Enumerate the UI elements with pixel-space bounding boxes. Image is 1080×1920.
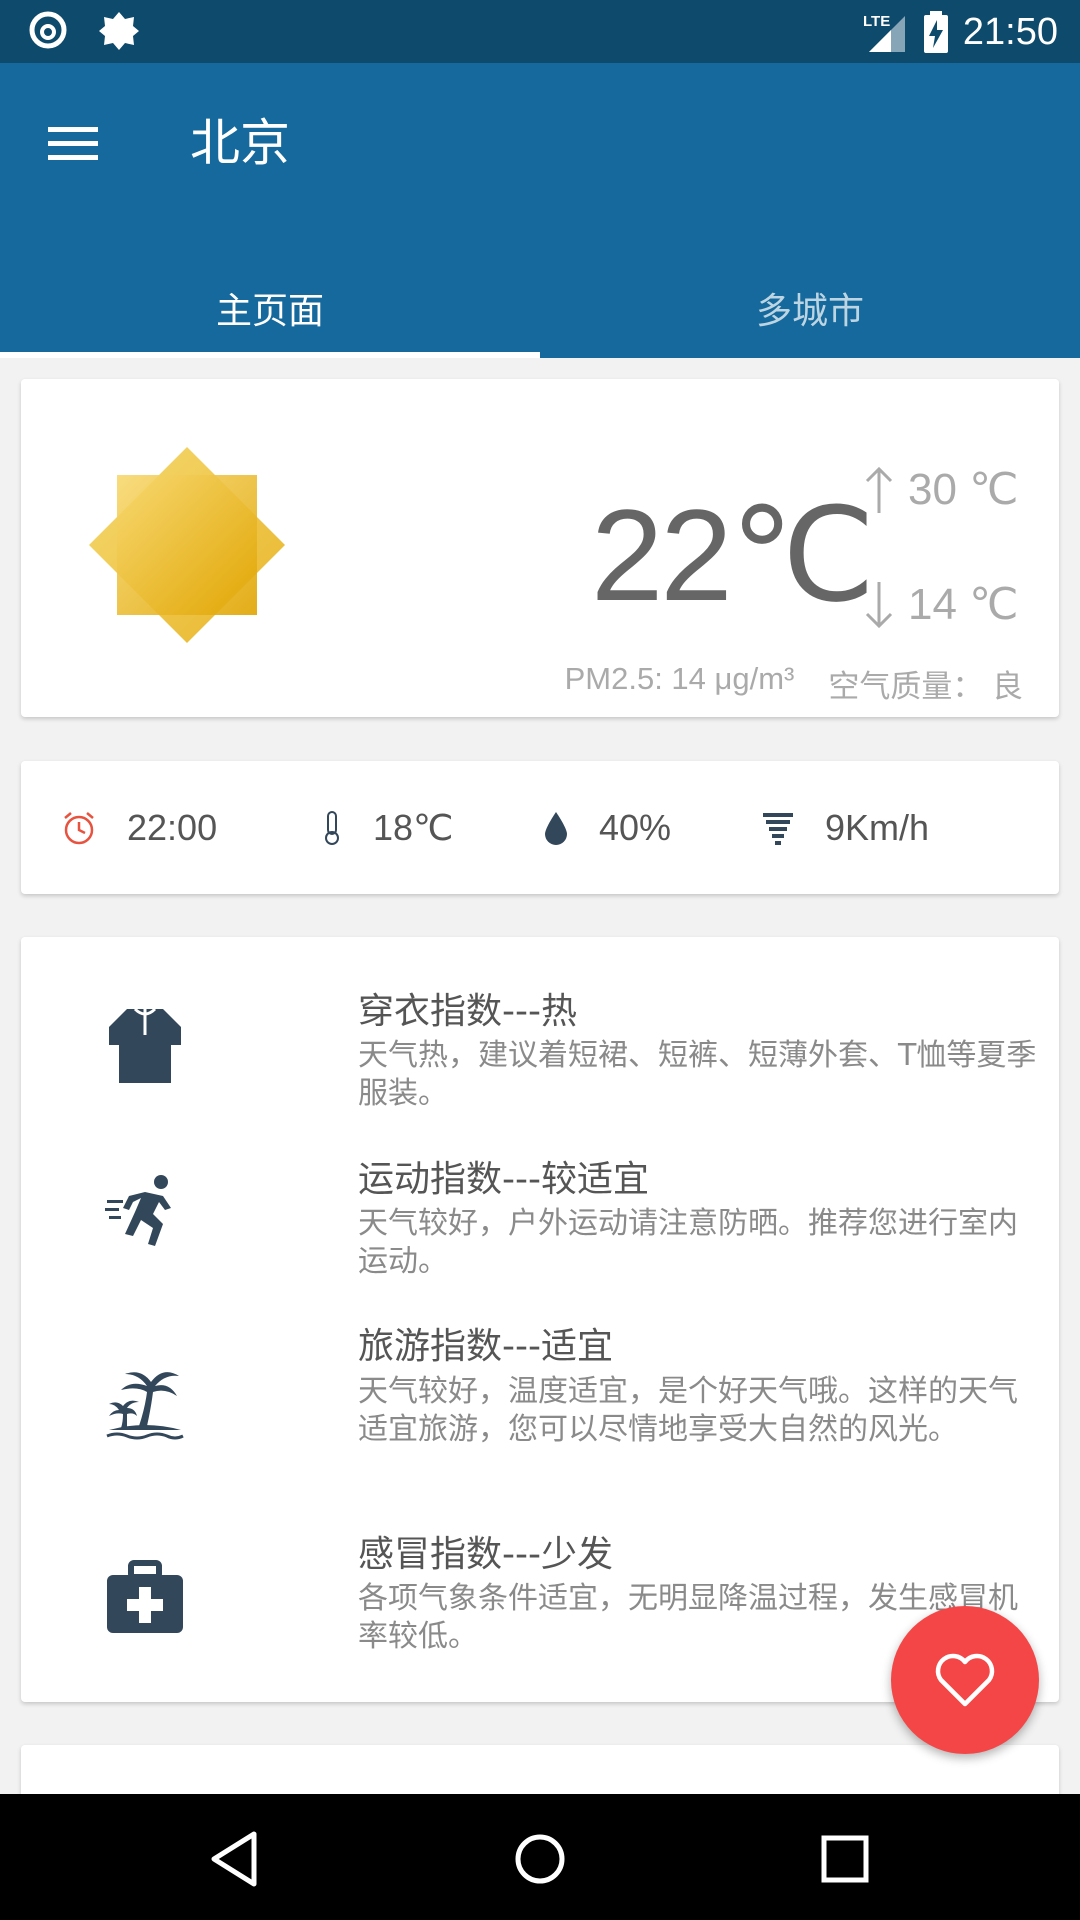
update-time: 22:00 — [61, 761, 217, 894]
index-title: 穿衣指数---热 — [358, 991, 577, 1032]
tab-multi-city-label: 多城市 — [755, 291, 864, 332]
index-description: 天气热，建议着短裙、短裤、短薄外套、T恤等夏季服装。 — [358, 1038, 1037, 1111]
favorite-button[interactable] — [891, 1606, 1039, 1754]
update-time-value: 22:00 — [127, 806, 218, 848]
feels-temperature: 18℃ — [321, 761, 453, 894]
running-icon — [105, 1175, 171, 1246]
home-icon[interactable] — [505, 1824, 575, 1894]
medical-kit-icon — [107, 1560, 183, 1633]
shirt-icon — [109, 1007, 181, 1083]
navigation-bar — [0, 1794, 1080, 1920]
pm25-value: PM2.5: 14 μg/m³ — [564, 661, 795, 696]
air-quality-value: 空气质量： 良 — [828, 669, 1023, 704]
water-drop-icon — [545, 811, 567, 845]
netease-music-icon — [29, 11, 67, 49]
index-description: 天气较好，户外运动请注意防晒。推荐您进行室内运动。 — [358, 1206, 1018, 1279]
svg-text:LTE: LTE — [863, 13, 890, 30]
high-temperature: 30 ℃ — [864, 464, 1019, 515]
index-title: 旅游指数---适宜 — [358, 1326, 613, 1367]
air-quality-row: PM2.5: 14 μg/m³ 空气质量： 良 — [565, 661, 1023, 706]
status-bar: LTE 21:50 — [0, 0, 1080, 63]
city-title: 北京 — [190, 114, 290, 172]
battery-charging-icon — [923, 11, 948, 53]
thermometer-icon — [325, 810, 339, 845]
heart-icon — [935, 1653, 995, 1707]
low-temperature: 14 ℃ — [864, 579, 1019, 630]
menu-icon[interactable] — [44, 113, 104, 173]
weather-details-card: 22:00 18℃ 40% 9Km/h — [21, 761, 1059, 894]
tornado-icon — [763, 812, 793, 845]
tab-multi-city[interactable]: 多城市 — [540, 258, 1080, 358]
lte-signal-icon: LTE — [863, 13, 905, 52]
back-icon[interactable] — [200, 1824, 270, 1894]
tab-home[interactable]: 主页面 — [0, 258, 540, 358]
humidity: 40% — [543, 761, 671, 894]
index-description: 天气较好，温度适宜，是个好天气哦。这样的天气适宜旅游，您可以尽情地享受大自然的风… — [358, 1374, 1018, 1447]
recents-icon[interactable] — [810, 1824, 880, 1894]
app-bar: 北京 主页面 多城市 — [0, 63, 1080, 358]
low-temperature-value: 14 ℃ — [908, 580, 1019, 629]
high-temperature-value: 30 ℃ — [908, 465, 1019, 514]
current-temperature: 22℃ — [591, 482, 876, 628]
life-index-card: 穿衣指数---热 天气热，建议着短裙、短裤、短薄外套、T恤等夏季服装。 运动指数… — [21, 937, 1059, 1702]
feels-temperature-value: 18℃ — [373, 806, 454, 848]
arrow-down-icon — [865, 581, 893, 628]
sunny-icon — [89, 447, 285, 643]
index-title: 感冒指数---少发 — [358, 1534, 613, 1575]
current-weather-card: 22℃ 30 ℃ 14 ℃ PM2.5: 14 μg/m³ 空气质量： 良 — [21, 379, 1059, 717]
arrow-up-icon — [865, 466, 893, 513]
tab-indicator — [0, 352, 540, 358]
wind-speed: 9Km/h — [761, 761, 929, 894]
index-title: 运动指数---较适宜 — [358, 1159, 649, 1200]
palm-tree-icon — [106, 1372, 184, 1440]
tab-home-label: 主页面 — [215, 291, 324, 332]
clock: 21:50 — [962, 10, 1058, 53]
alarm-clock-icon — [64, 811, 94, 844]
settings-gear-icon — [99, 12, 139, 50]
tab-bar: 主页面 多城市 — [0, 258, 1080, 358]
wind-speed-value: 9Km/h — [825, 806, 930, 848]
humidity-value: 40% — [599, 806, 672, 848]
